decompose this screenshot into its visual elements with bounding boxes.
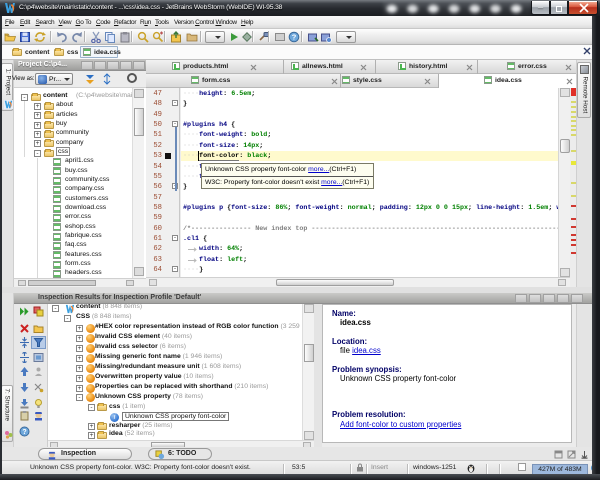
svg-text:?: ? <box>22 429 26 436</box>
svg-text:?: ? <box>292 33 297 42</box>
